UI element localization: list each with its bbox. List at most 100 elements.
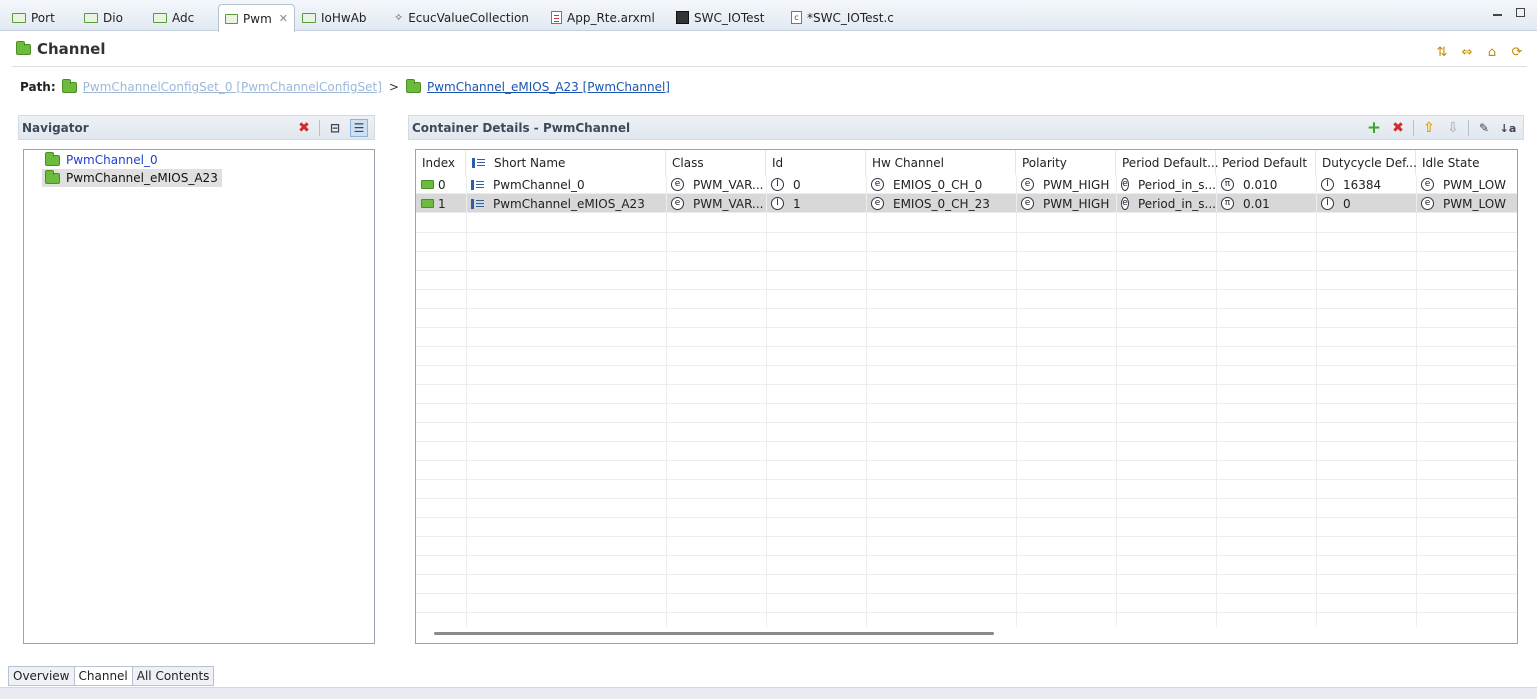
enum-icon: e	[1421, 197, 1434, 210]
folder-icon	[405, 78, 421, 93]
move-up-icon[interactable]: ⇧	[1420, 119, 1438, 137]
delete-icon[interactable]: ✖	[1389, 119, 1407, 137]
folder-icon	[421, 199, 434, 208]
column-header-idle-state[interactable]: Idle State	[1416, 150, 1517, 175]
page-tab-label: Overview	[13, 669, 70, 683]
cell-text: EMIOS_0_CH_0	[893, 177, 983, 192]
page-tab-channel[interactable]: Channel	[73, 666, 133, 686]
refresh-icon[interactable]: ⟳	[1509, 44, 1525, 60]
path-label: Path:	[20, 80, 56, 94]
page-tab-all-contents[interactable]: All Contents	[131, 666, 215, 686]
table-row[interactable]: 0 PwmChannel_0 e PWM_VAR... I0 e EMIOS_0_C…	[416, 175, 1517, 194]
cell-period-default-unit: e Period_in_s...	[1116, 194, 1216, 213]
add-icon[interactable]: +	[1365, 118, 1383, 138]
folder-icon	[61, 78, 77, 93]
maximize-icon[interactable]	[1516, 8, 1525, 17]
tree-item[interactable]: PwmChannel_0	[42, 151, 162, 169]
tab-label: Port	[31, 10, 55, 25]
collapse-all-icon[interactable]: ⊟	[326, 119, 344, 137]
navigator-header: Navigator ✖ ⊟ ☰	[18, 115, 375, 140]
column-header-period-default-unit[interactable]: Period Default...	[1116, 150, 1219, 175]
grid-line	[416, 555, 1517, 556]
editor-page-tabs: Overview Channel All Contents	[8, 666, 215, 686]
cell-period-default: π 0.01	[1216, 194, 1316, 213]
integer-icon: I	[1321, 197, 1334, 210]
flat-list-icon[interactable]: ☰	[350, 119, 368, 137]
sync-icon[interactable]: ⇅	[1434, 44, 1450, 60]
grid-line	[416, 327, 1517, 328]
c-file-icon: c	[791, 11, 802, 24]
column-header-polarity[interactable]: Polarity	[1016, 150, 1116, 175]
cell-text: 1	[793, 196, 801, 211]
column-label: Idle State	[1422, 155, 1480, 170]
grid-line	[416, 270, 1517, 271]
page-tab-label: Channel	[78, 669, 128, 683]
edit-columns-icon[interactable]: ✎	[1475, 119, 1493, 137]
grid-column-line	[1416, 175, 1417, 627]
grid-column-line	[766, 175, 767, 627]
tree-item[interactable]: PwmChannel_eMIOS_A23	[42, 169, 222, 187]
breadcrumb-parent-link[interactable]: PwmChannelConfigSet_0 [PwmChannelConfigS…	[83, 80, 382, 94]
tab-dio[interactable]: Dio	[78, 4, 129, 31]
folder-icon	[45, 151, 60, 166]
column-label: Short Name	[494, 155, 566, 170]
column-header-short-name[interactable]: Short Name	[466, 150, 666, 175]
cell-hw-channel: e EMIOS_0_CH_0	[866, 175, 1016, 194]
page-tab-overview[interactable]: Overview	[8, 666, 75, 686]
column-header-dutycycle-default[interactable]: Dutycycle Def...	[1316, 150, 1417, 175]
tab-label: Adc	[172, 10, 195, 25]
cell-short-name: PwmChannel_0	[466, 175, 666, 194]
grid-column-line	[866, 175, 867, 627]
short-name-icon	[472, 157, 485, 168]
tab-label: App_Rte.arxml	[567, 10, 655, 25]
grid-line	[416, 479, 1517, 480]
delete-icon[interactable]: ✖	[295, 119, 313, 137]
tab-ecucvaluecollection[interactable]: ✧ EcucValueCollection	[388, 4, 535, 31]
tab-port[interactable]: Port	[6, 4, 61, 31]
move-down-icon[interactable]: ⇩	[1444, 119, 1462, 137]
grid-line	[416, 441, 1517, 442]
tree-item-label: PwmChannel_eMIOS_A23	[66, 171, 218, 185]
column-header-hw-channel[interactable]: Hw Channel	[866, 150, 1016, 175]
enum-icon: e	[1121, 178, 1129, 191]
tab-label: *SWC_IOTest.c	[807, 10, 894, 25]
horizontal-scrollbar[interactable]	[434, 632, 994, 635]
cell-period-default: π 0.010	[1216, 175, 1316, 194]
column-label: Period Default...	[1122, 155, 1219, 170]
tab-label: EcucValueCollection	[408, 10, 529, 25]
minimize-icon[interactable]	[1493, 14, 1502, 16]
editor-tab-bar: Port Dio Adc Pwm ✕ IoHwAb ✧ EcucValueCol…	[0, 0, 1537, 32]
cell-text: PWM_VAR...	[693, 177, 764, 192]
tab-iohwab[interactable]: IoHwAb	[296, 4, 373, 31]
breadcrumb: Path: PwmChannelConfigSet_0 [PwmChannelC…	[20, 78, 670, 94]
sort-alpha-icon[interactable]: ↓a	[1499, 119, 1517, 137]
grid-line	[416, 536, 1517, 537]
column-header-class[interactable]: Class	[666, 150, 766, 175]
tab-adc[interactable]: Adc	[147, 4, 200, 31]
folder-icon	[421, 180, 434, 189]
status-strip	[0, 687, 1537, 699]
tab-swc-iotest-c[interactable]: c *SWC_IOTest.c	[785, 4, 900, 31]
enum-icon: e	[1021, 178, 1034, 191]
link-editor-icon[interactable]: ⇔	[1459, 44, 1475, 60]
cell-text: 1	[438, 196, 446, 211]
grid-line	[416, 365, 1517, 366]
home-icon[interactable]: ⌂	[1484, 44, 1500, 60]
container-details-table: Index Short Name Class Id Hw Channel Pol…	[415, 149, 1518, 644]
tab-label: Pwm	[243, 11, 272, 26]
column-header-id[interactable]: Id	[766, 150, 866, 175]
tab-app-rte-arxml[interactable]: App_Rte.arxml	[545, 4, 661, 31]
table-row[interactable]: 1 PwmChannel_eMIOS_A23 e PWM_VAR... I1 eE…	[416, 194, 1517, 213]
enum-icon: e	[671, 197, 684, 210]
short-name-icon	[471, 179, 484, 190]
close-icon[interactable]: ✕	[279, 12, 288, 25]
short-name-icon	[471, 198, 484, 209]
column-label: Id	[772, 155, 784, 170]
cell-text: Period_in_s...	[1137, 196, 1216, 211]
column-header-index[interactable]: Index	[416, 150, 466, 175]
tab-pwm[interactable]: Pwm ✕	[218, 4, 295, 32]
breadcrumb-current-link[interactable]: PwmChannel_eMIOS_A23 [PwmChannel]	[427, 80, 670, 94]
cell-text: EMIOS_0_CH_23	[893, 196, 990, 211]
column-header-period-default[interactable]: Period Default	[1216, 150, 1316, 175]
tab-swc-iotest[interactable]: SWC_IOTest	[670, 4, 770, 31]
